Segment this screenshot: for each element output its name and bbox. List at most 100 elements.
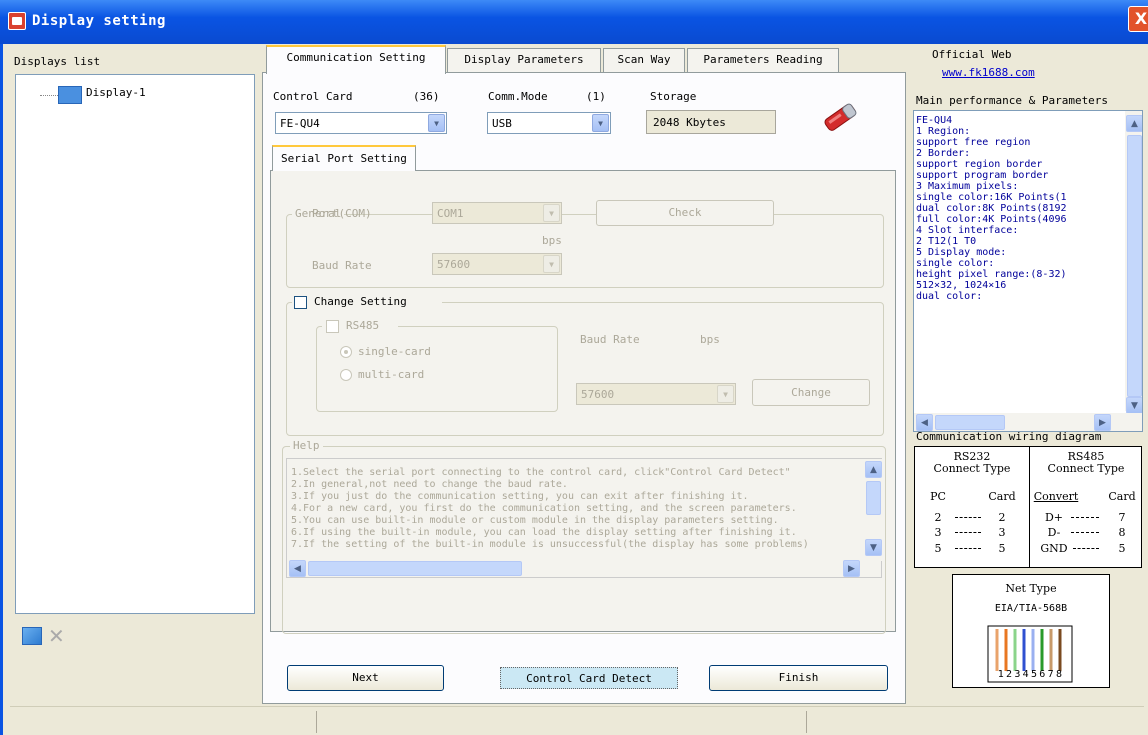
scroll-left-icon[interactable]: ◀	[289, 560, 306, 577]
baud-rate-select[interactable]: 57600 ▼	[432, 253, 562, 275]
rs232-pin: 2	[934, 511, 942, 524]
help-line: 2.In general,not need to change the baud…	[291, 479, 568, 490]
chevron-down-icon[interactable]: ▼	[717, 385, 734, 403]
tree-connector	[40, 95, 58, 96]
baud-rate-value-2: 57600	[581, 388, 615, 401]
rs485-group	[316, 326, 558, 412]
rs485-checkbox[interactable]	[326, 320, 339, 333]
help-vscroll-thumb[interactable]	[866, 481, 881, 515]
change-button[interactable]: Change	[752, 379, 870, 406]
tab-display-parameters[interactable]: Display Parameters	[447, 48, 601, 72]
tab-scan-way[interactable]: Scan Way	[603, 48, 685, 72]
tab-serial-port-setting[interactable]: Serial Port Setting	[272, 145, 416, 171]
single-card-radio[interactable]	[340, 346, 352, 358]
next-button[interactable]: Next	[287, 665, 444, 691]
perf-line: 5 Display mode:	[916, 247, 1007, 258]
perf-line: height pixel range:(8-32)	[916, 269, 1067, 280]
scroll-down-icon[interactable]: ▼	[1126, 397, 1142, 414]
perf-line: FE-QU4	[916, 115, 953, 126]
add-display-icon[interactable]	[22, 627, 42, 645]
rs232-subtitle: Connect Type	[933, 462, 1011, 475]
help-line: 5.You can use built-in module or custom …	[291, 515, 779, 526]
storage-label: Storage	[650, 90, 697, 103]
multi-card-radio[interactable]	[340, 369, 352, 381]
port-value: COM1	[437, 207, 464, 220]
scroll-left-icon[interactable]: ◀	[916, 414, 933, 431]
perf-line: single color:	[916, 258, 995, 269]
perf-line: 512×32, 1024×16	[916, 280, 1007, 291]
wiring-diagram-label: Communication wiring diagram	[916, 430, 1102, 443]
rs485-head-card: Card	[1108, 490, 1136, 503]
tab-parameters-reading[interactable]: Parameters Reading	[687, 48, 839, 72]
single-card-label: single-card	[358, 345, 431, 358]
wiring-diagram: RS232 Connect Type PC Card 2 2 3 3 5 5 R…	[914, 446, 1142, 568]
rs485-pin: D+	[1044, 511, 1064, 524]
scroll-down-icon[interactable]: ▼	[865, 539, 882, 556]
rs485-pin: GND	[1040, 542, 1068, 555]
scroll-right-icon[interactable]: ▶	[843, 560, 860, 577]
rs232-head-card: Card	[988, 490, 1016, 503]
perf-line: 4 Slot interface:	[916, 225, 1019, 236]
rs485-pin: 7	[1118, 511, 1126, 524]
help-hscroll-thumb[interactable]	[308, 561, 522, 576]
perf-vscroll-thumb[interactable]	[1127, 135, 1142, 397]
net-pin-numbers: 12345678	[997, 669, 1065, 680]
tool-icon[interactable]	[820, 102, 860, 131]
help-legend: Help	[290, 439, 323, 452]
help-line: 3.If you just do the communication setti…	[291, 491, 749, 502]
status-bar	[10, 706, 1144, 734]
finish-button[interactable]: Finish	[709, 665, 888, 691]
main-performance-label: Main performance & Parameters	[916, 94, 1109, 107]
performance-text-box[interactable]: FE-QU4 1 Region: support free region 2 B…	[913, 110, 1143, 432]
control-card-select[interactable]: FE-QU4 ▼	[275, 112, 447, 134]
delete-icon[interactable]: ✕	[48, 624, 65, 648]
rs232-pin: 2	[998, 511, 1006, 524]
rs232-pin: 5	[934, 542, 942, 555]
change-setting-label: Change Setting	[314, 295, 407, 308]
baud-rate-select-2[interactable]: 57600 ▼	[576, 383, 736, 405]
port-label: Port(COM)	[312, 207, 372, 220]
displays-list-label: Displays list	[14, 55, 101, 68]
official-web-link[interactable]: www.fk1688.com	[942, 66, 1035, 79]
displays-tree[interactable]	[15, 74, 255, 614]
app-icon	[8, 12, 26, 30]
rs485-label: RS485	[346, 319, 380, 332]
close-button[interactable]: X	[1128, 6, 1148, 32]
check-button[interactable]: Check	[596, 200, 774, 226]
perf-line: dual color:8K Points(8192	[916, 203, 1067, 214]
rs485-title: RS485	[1067, 450, 1105, 463]
scroll-up-icon[interactable]: ▲	[1126, 115, 1142, 132]
control-card-count: (36)	[413, 90, 440, 103]
baud-rate-label-2: Baud Rate	[580, 333, 640, 346]
net-type-diagram: Net Type EIA/TIA-568B 12345678	[952, 574, 1110, 688]
comm-mode-select[interactable]: USB ▼	[487, 112, 611, 134]
chevron-down-icon[interactable]: ▼	[428, 114, 445, 132]
tree-item-display-1[interactable]: Display-1	[86, 86, 146, 99]
help-line: 4.For a new card, you first do the commu…	[291, 503, 797, 514]
change-setting-checkbox[interactable]	[294, 296, 307, 309]
net-type-title: Net Type	[1005, 582, 1057, 595]
chevron-down-icon[interactable]: ▼	[592, 114, 609, 132]
control-card-detect-button[interactable]: Control Card Detect	[500, 667, 678, 689]
perf-line: support region border	[916, 159, 1043, 170]
scroll-right-icon[interactable]: ▶	[1094, 414, 1111, 431]
help-text-box[interactable]: 1.Select the serial port connecting to t…	[286, 458, 882, 578]
perf-line: dual color:	[916, 291, 983, 302]
multi-card-label: multi-card	[358, 368, 425, 381]
general-group	[286, 214, 884, 288]
scroll-up-icon[interactable]: ▲	[865, 461, 882, 478]
rs232-pin: 3	[934, 526, 942, 539]
rs232-pin: 3	[998, 526, 1006, 539]
port-select[interactable]: COM1 ▼	[432, 202, 562, 224]
chevron-down-icon[interactable]: ▼	[543, 255, 560, 273]
bps-label-2: bps	[700, 333, 720, 346]
chevron-down-icon[interactable]: ▼	[543, 204, 560, 222]
perf-hscroll-thumb[interactable]	[935, 415, 1005, 430]
rs485-pin: D-	[1047, 526, 1061, 539]
net-type-standard: EIA/TIA-568B	[994, 603, 1068, 614]
perf-line: single color:16K Points(1	[916, 192, 1067, 203]
rs232-title: RS232	[953, 450, 991, 463]
tab-communication-setting[interactable]: Communication Setting	[266, 45, 446, 74]
title-bar[interactable]	[0, 0, 1148, 44]
control-card-label: Control Card	[273, 90, 353, 103]
